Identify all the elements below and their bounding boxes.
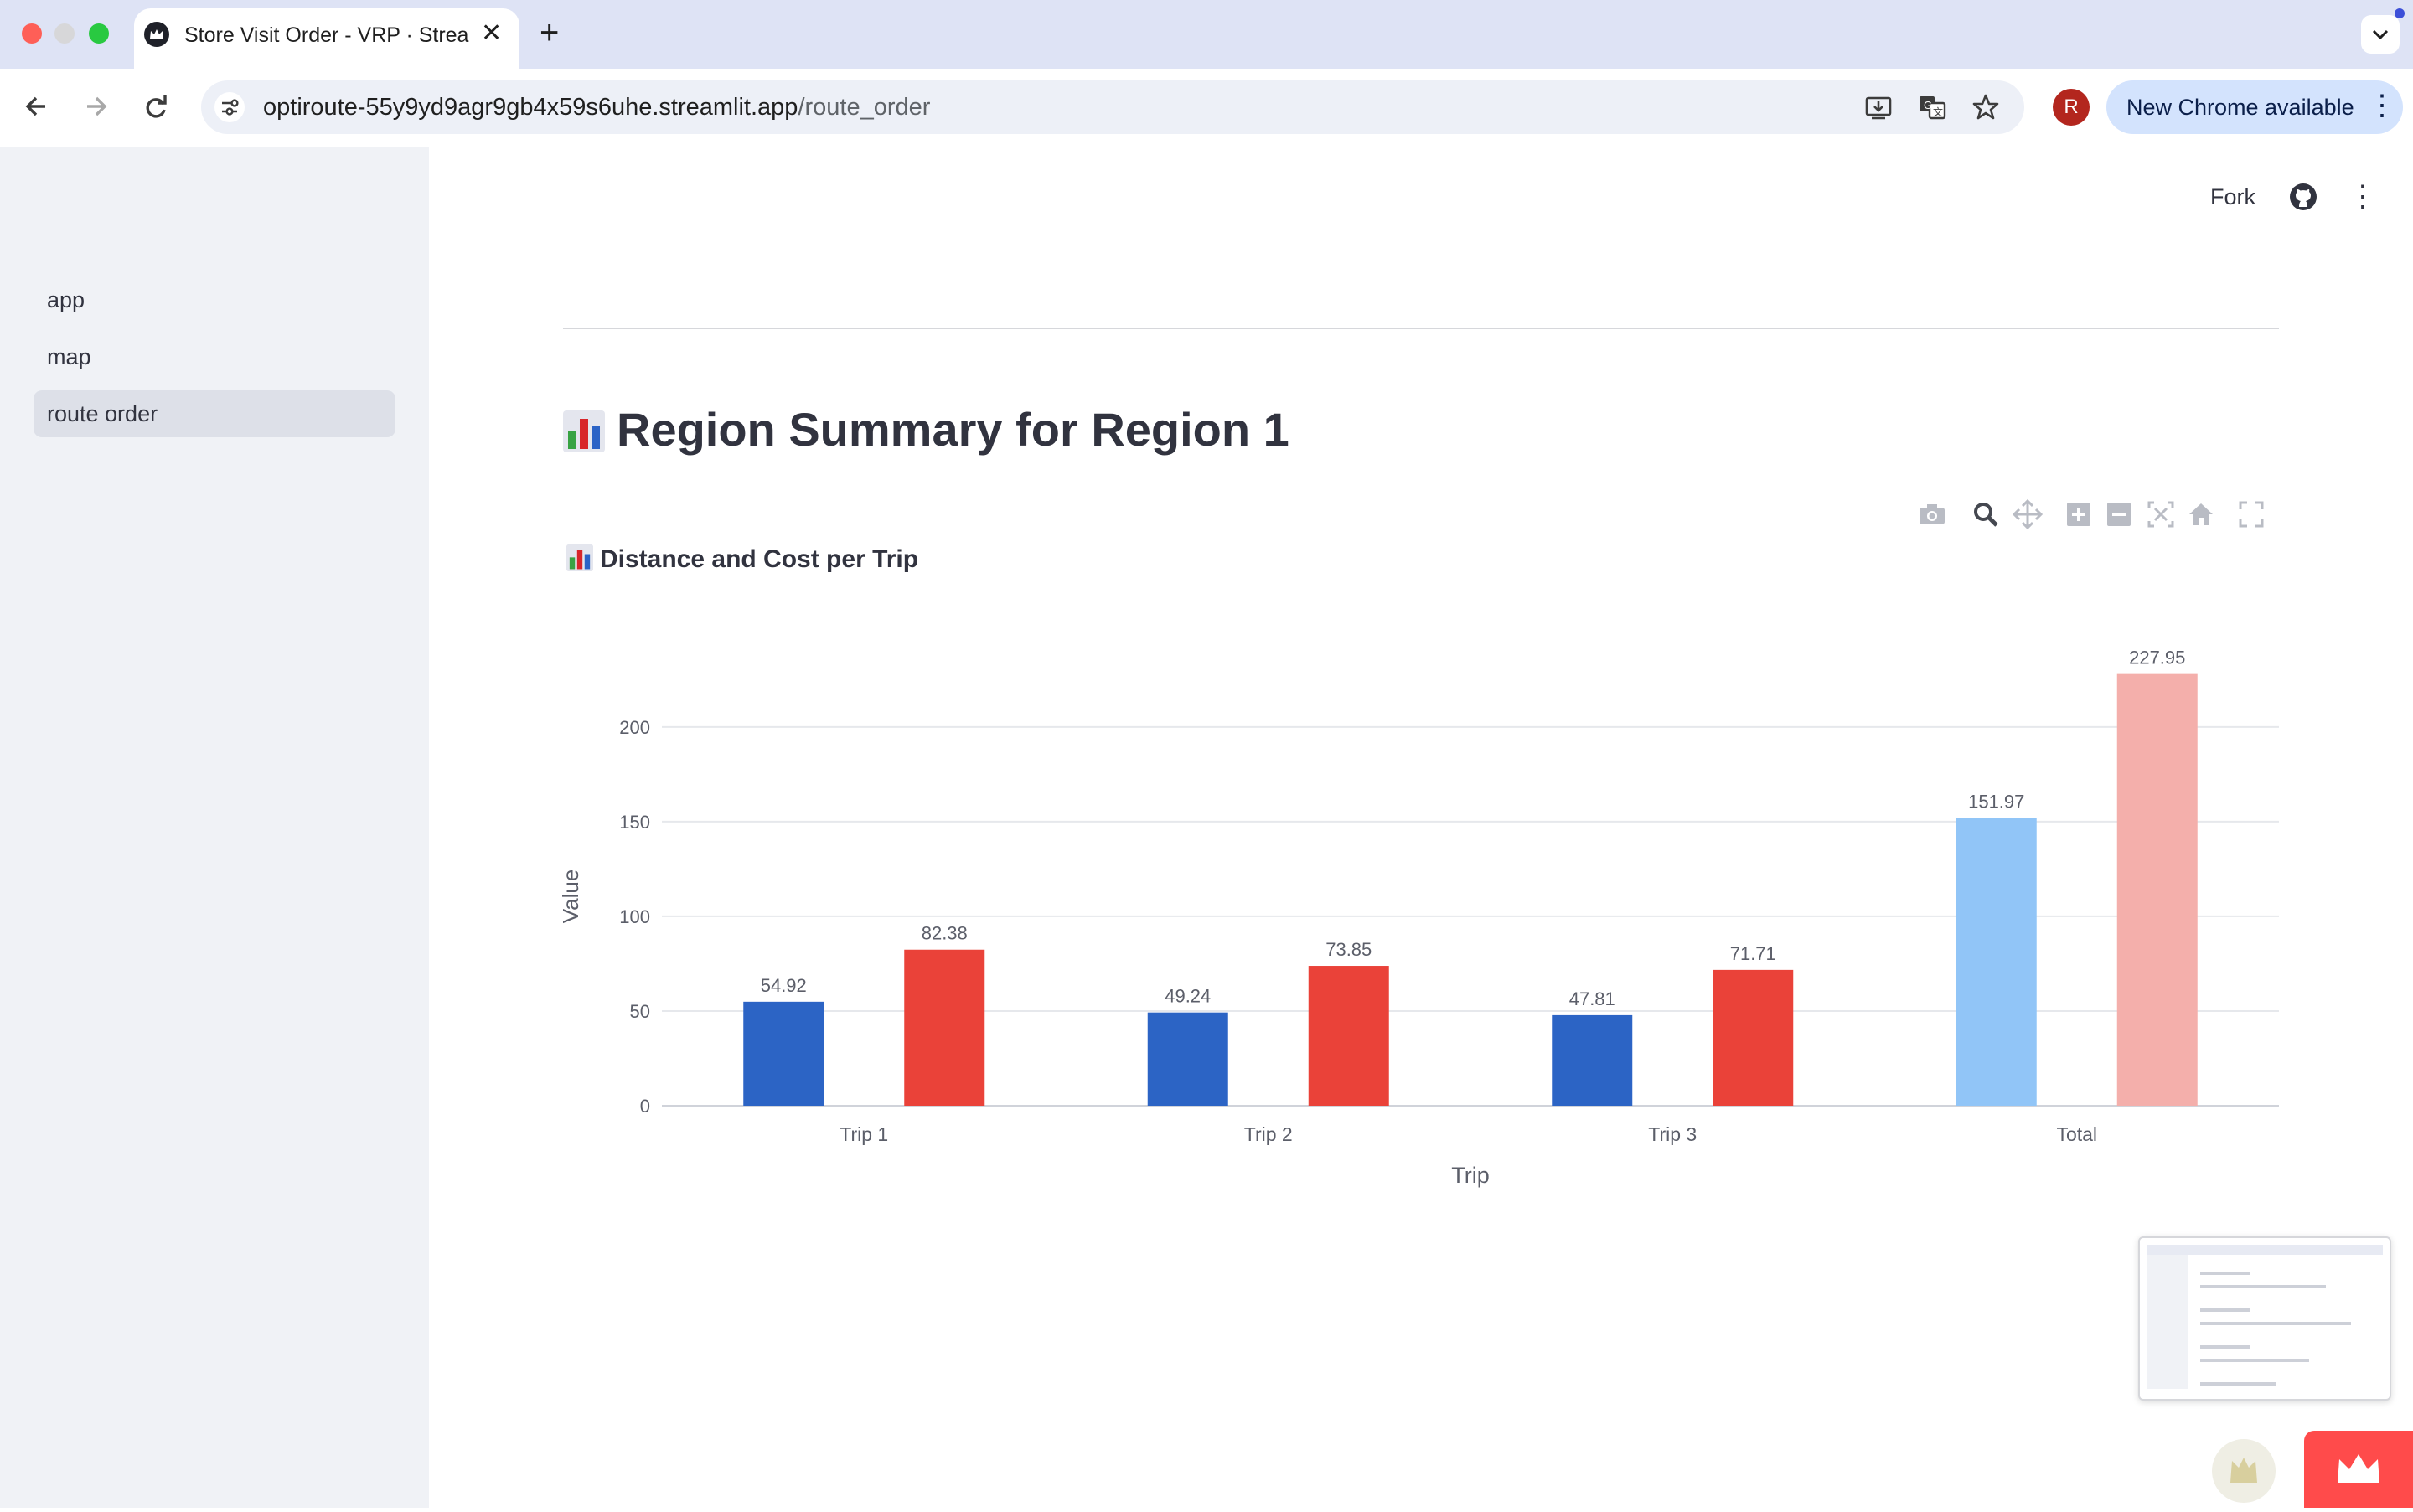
bar-chart-emoji-icon [566,544,593,572]
x-axis-title: Trip [1451,1163,1490,1188]
chart-title: Distance and Cost per Trip [566,543,918,576]
page-title: Region Summary for Region 1 [563,400,1289,459]
svg-text:G: G [1924,99,1932,111]
y-tick-label: 200 [619,717,650,738]
window-maximize-button[interactable] [89,23,109,44]
camera-icon[interactable] [1917,498,1947,540]
x-tick-label: Total [2056,1123,2097,1145]
bookmark-star-icon[interactable] [1969,90,2002,133]
chart-title-text: Distance and Cost per Trip [600,545,919,573]
zoom-out-icon[interactable] [2105,498,2133,540]
bar-cost [2116,673,2198,1106]
github-icon[interactable] [2287,181,2319,213]
chevron-down-icon [2372,29,2389,40]
chrome-menu-icon[interactable]: ⋮ [2368,87,2396,124]
tab-title: Store Visit Order - VRP · Streamlit [184,23,469,47]
reset-axes-home-icon[interactable] [2187,498,2215,540]
data-label: 73.85 [1325,939,1372,960]
translate-icon[interactable]: G文 [1915,90,1949,133]
pan-icon[interactable] [2012,498,2044,540]
data-label: 47.81 [1569,988,1615,1009]
profile-avatar[interactable]: R [2053,89,2090,126]
site-info-icon[interactable] [214,92,245,122]
svg-text:文: 文 [1933,106,1943,118]
y-tick-label: 50 [630,1001,650,1022]
window-minimize-button[interactable] [54,23,75,44]
page-title-text: Region Summary for Region 1 [617,403,1289,456]
tab-search-button[interactable] [2361,15,2400,54]
bar-cost [1713,969,1794,1106]
fork-button[interactable]: Fork [2210,183,2255,211]
crown-icon [2338,1454,2379,1483]
x-tick-label: Trip 3 [1648,1123,1697,1145]
notification-dot [2395,8,2405,18]
sidebar-item-map[interactable]: map [34,333,395,380]
horizontal-divider [563,328,2279,329]
sidebar: app map route order [0,147,429,1508]
reload-icon[interactable] [141,87,171,136]
sidebar-item-app[interactable]: app [34,276,395,323]
new-chrome-label: New Chrome available [2126,95,2354,120]
bar-distance [1147,1012,1228,1106]
install-icon[interactable] [1862,90,1895,133]
x-tick-label: Trip 2 [1244,1123,1293,1145]
bar-chart-emoji-icon [563,407,605,453]
data-label: 82.38 [922,923,968,944]
streamlit-crown-button[interactable] [2304,1431,2413,1508]
data-label: 49.24 [1165,986,1211,1007]
window-close-button[interactable] [22,23,42,44]
zoom-in-icon[interactable] [2064,498,2093,540]
back-icon[interactable] [22,87,52,136]
zoom-icon[interactable] [1971,498,2001,540]
page-preview-thumbnail[interactable] [2138,1236,2391,1401]
streamlit-favicon-icon [144,22,169,47]
autoscale-icon[interactable] [2147,498,2175,540]
data-label: 151.97 [1968,791,2024,812]
sidebar-item-route-order[interactable]: route order [34,390,395,437]
data-label: 54.92 [761,975,807,996]
bar-cost [904,949,985,1106]
url-text[interactable]: optiroute-55y9yd9agr9gb4x59s6uhe.streaml… [263,92,930,122]
forward-icon[interactable] [80,87,111,136]
tab-close-icon[interactable]: ✕ [481,18,502,49]
bar-cost [1308,966,1389,1106]
main-menu-icon[interactable]: ⋮ [2348,176,2378,216]
bar-distance [1956,818,2037,1106]
bar-distance [1552,1014,1633,1106]
data-label: 227.95 [2129,648,2185,668]
new-tab-icon[interactable]: + [540,15,559,50]
bar-chart[interactable]: 0 50 100 150 200 54.92 82.38 Trip 1 49.24 73.85 Tr… [553,637,2296,1206]
fullscreen-icon[interactable] [2237,498,2266,540]
bar-distance [743,1001,824,1106]
y-tick-label: 100 [619,906,650,927]
url-host: optiroute-55y9yd9agr9gb4x59s6uhe.streaml… [263,94,798,121]
url-path: /route_order [798,94,931,121]
x-tick-label: Trip 1 [840,1123,888,1145]
y-tick-label: 0 [640,1096,650,1117]
y-axis-title: Value [558,870,583,924]
y-tick-label: 150 [619,812,650,833]
user-avatar[interactable] [2212,1439,2276,1503]
data-label: 71.71 [1730,943,1776,964]
